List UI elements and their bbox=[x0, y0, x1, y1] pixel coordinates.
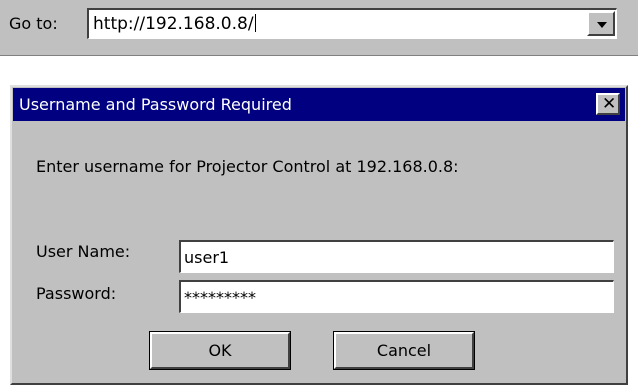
address-combobox[interactable]: http://192.168.0.8/ bbox=[87, 8, 617, 39]
password-value[interactable]: ********* bbox=[184, 288, 256, 307]
close-icon: ✕ bbox=[602, 94, 617, 114]
address-label: Go to: bbox=[9, 14, 58, 33]
password-field[interactable]: ********* bbox=[179, 280, 614, 313]
dialog-prompt: Enter username for Projector Control at … bbox=[36, 157, 459, 176]
password-label: Password: bbox=[36, 284, 117, 303]
address-dropdown-button[interactable] bbox=[587, 11, 615, 36]
login-dialog: Username and Password Required ✕ Enter u… bbox=[10, 85, 628, 385]
chevron-down-icon bbox=[597, 22, 607, 28]
dialog-titlebar[interactable]: Username and Password Required ✕ bbox=[13, 88, 625, 121]
username-field[interactable]: user1 bbox=[179, 240, 614, 273]
ok-button[interactable]: OK bbox=[149, 331, 291, 370]
dialog-title: Username and Password Required bbox=[19, 95, 292, 114]
username-label: User Name: bbox=[36, 242, 131, 261]
cancel-button[interactable]: Cancel bbox=[333, 331, 475, 370]
address-input[interactable]: http://192.168.0.8/ bbox=[93, 14, 256, 34]
close-button[interactable]: ✕ bbox=[596, 93, 620, 115]
page: Go to: http://192.168.0.8/ Username and … bbox=[0, 0, 638, 392]
address-bar: Go to: http://192.168.0.8/ bbox=[0, 0, 638, 56]
text-caret bbox=[254, 14, 256, 32]
username-value[interactable]: user1 bbox=[184, 248, 229, 267]
address-url[interactable]: http://192.168.0.8/ bbox=[93, 14, 254, 34]
